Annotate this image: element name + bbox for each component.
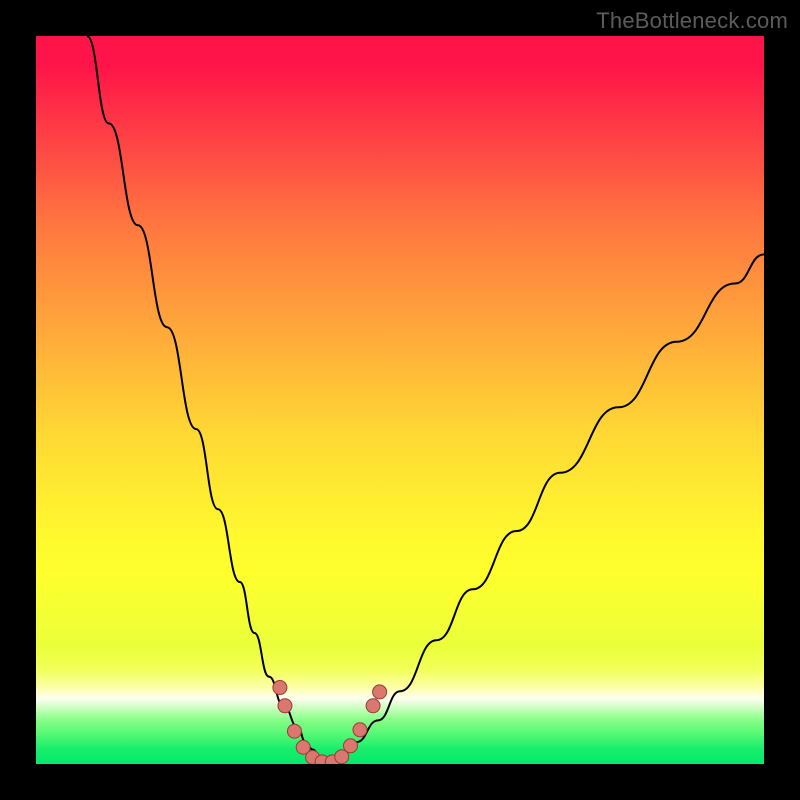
outer-frame: TheBottleneck.com: [0, 0, 800, 800]
bottom-beads-group: [273, 681, 387, 764]
right-branch-curve: [327, 254, 764, 764]
left-branch-curve: [87, 36, 327, 764]
bead-point: [278, 699, 292, 713]
right-branch-path: [327, 254, 764, 764]
bead-point: [273, 681, 287, 695]
bead-point: [343, 739, 357, 753]
bead-point: [366, 699, 380, 713]
plot-area: [36, 36, 764, 764]
bead-point: [353, 723, 367, 737]
bead-point: [373, 685, 387, 699]
left-branch-path: [87, 36, 327, 764]
bead-point: [287, 724, 301, 738]
credit-label: TheBottleneck.com: [596, 8, 788, 34]
chart-svg: [36, 36, 764, 764]
